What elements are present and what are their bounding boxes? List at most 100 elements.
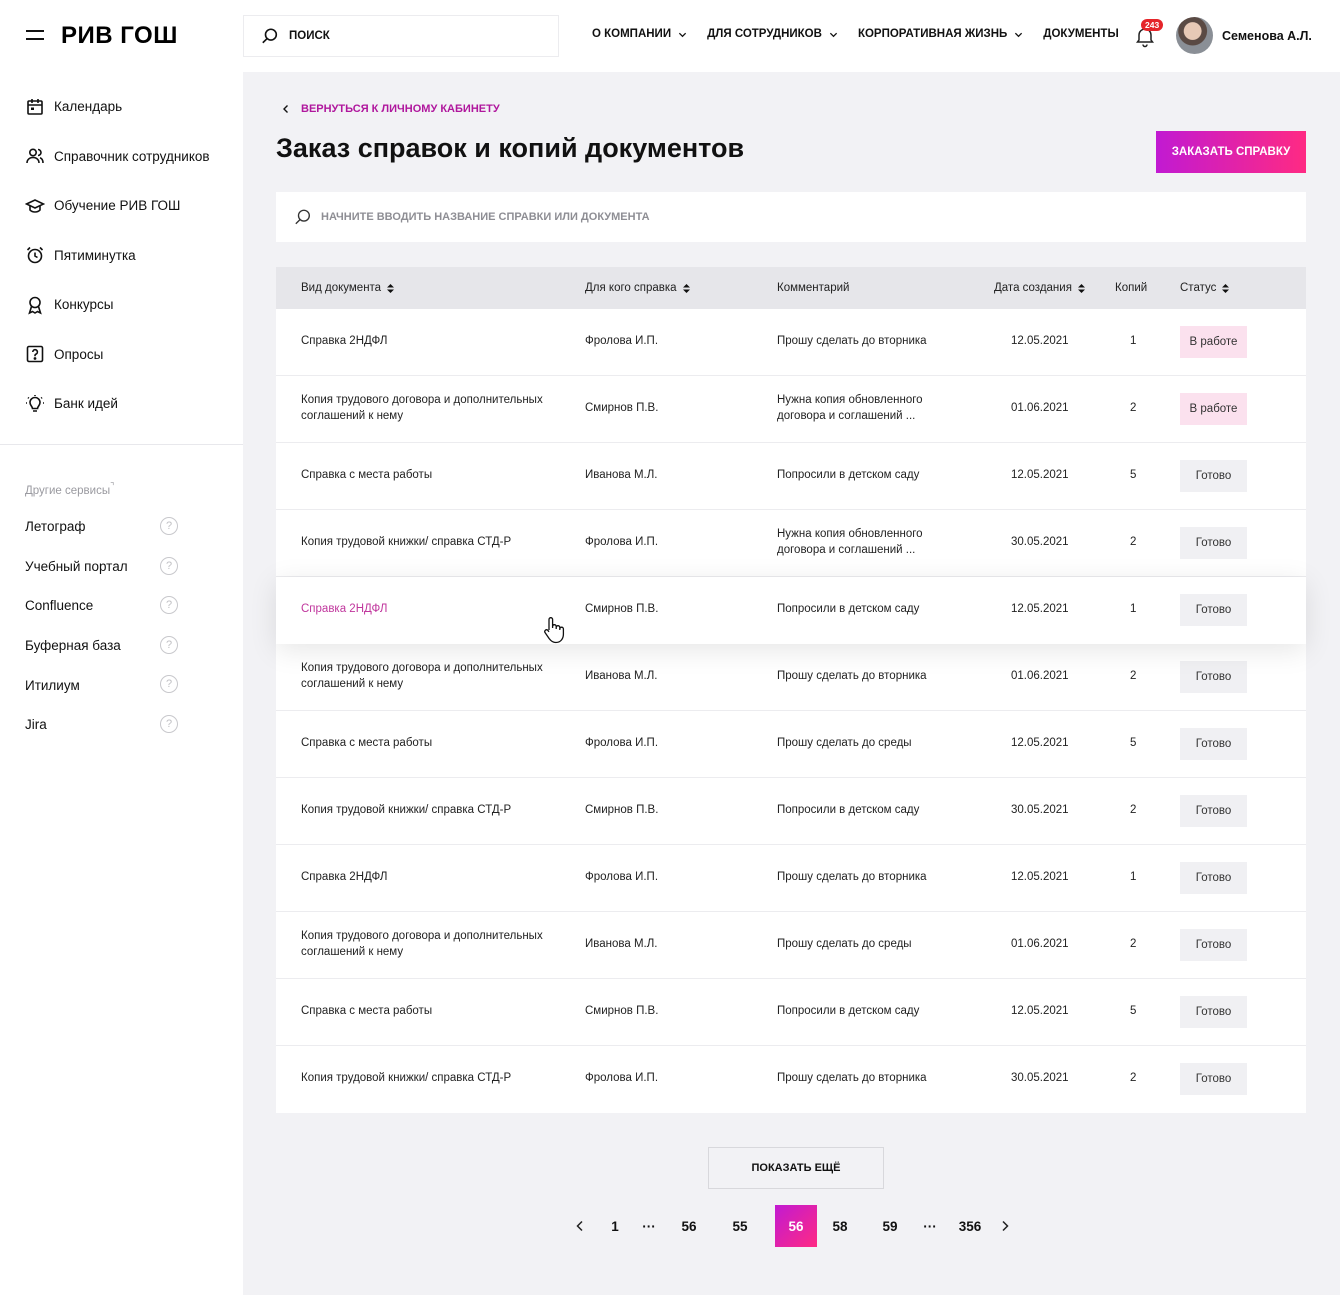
cell-document-type: Справка с места работы xyxy=(301,737,433,750)
prev-page-button[interactable] xyxy=(570,1205,590,1247)
column-header-for[interactable]: Для кого справка xyxy=(585,282,690,294)
table-row[interactable]: Копия трудового договора и дополнительны… xyxy=(276,644,1306,711)
avatar[interactable] xyxy=(1176,17,1213,54)
cell-date: 12.05.2021 xyxy=(1011,871,1069,884)
divider xyxy=(0,444,243,445)
cell-copies: 1 xyxy=(1130,871,1137,884)
cell-document-type: Справка 2НДФЛ xyxy=(301,871,388,884)
help-icon[interactable]: ? xyxy=(160,714,178,733)
cell-date: 12.05.2021 xyxy=(1011,603,1069,616)
page-button[interactable]: 59 xyxy=(878,1205,902,1247)
sidebar-item-five-minute[interactable]: Пятиминутка xyxy=(0,231,243,281)
top-nav-corporate-life[interactable]: КОРПОРАТИВНАЯ ЖИЗНЬ xyxy=(858,28,1023,40)
help-icon[interactable]: ? xyxy=(160,556,178,575)
service-item[interactable]: Учебный портал? xyxy=(0,547,243,587)
cell-recipient: Фролова И.П. xyxy=(585,737,659,750)
documents-table: Вид документа Для кого справка Комментар… xyxy=(276,267,1306,1113)
sort-icon xyxy=(1077,283,1085,293)
sort-icon xyxy=(1222,283,1230,293)
sidebar-item-contests[interactable]: Конкурсы xyxy=(0,280,243,330)
chevron-left-icon xyxy=(576,1220,583,1232)
status-badge: Готово xyxy=(1180,728,1247,760)
service-label: Летограф xyxy=(25,519,86,535)
chevron-left-icon xyxy=(283,105,288,113)
sidebar-item-ideas[interactable]: Банк идей xyxy=(0,379,243,429)
column-header-status[interactable]: Статус xyxy=(1180,282,1230,294)
sidebar-item-label: Календарь xyxy=(54,99,123,115)
username[interactable]: Семенова А.Л. xyxy=(1222,29,1312,43)
help-icon[interactable]: ? xyxy=(160,517,178,535)
external-link-icon: ⌝ xyxy=(110,481,115,491)
cell-copies: 2 xyxy=(1130,402,1137,415)
sidebar-item-calendar[interactable]: Календарь xyxy=(0,82,243,132)
cell-date: 30.05.2021 xyxy=(1011,804,1069,817)
status-badge: Готово xyxy=(1180,929,1247,961)
sort-icon xyxy=(682,283,690,293)
page-button-current[interactable]: 56 xyxy=(775,1205,817,1247)
service-label: Jira xyxy=(25,717,47,733)
cell-comment: Прошу сделать до среды xyxy=(777,938,912,951)
page-button[interactable]: 56 xyxy=(677,1205,701,1247)
service-item[interactable]: Итилиум? xyxy=(0,665,243,705)
table-row[interactable]: Копия трудовой книжки/ справка СТД-Р Смир… xyxy=(276,778,1306,845)
search-input[interactable]: ПОИСК xyxy=(243,15,559,57)
other-services-title: Другие сервисы⌝ xyxy=(25,481,115,497)
service-item[interactable]: Буферная база? xyxy=(0,626,243,666)
sidebar-item-polls[interactable]: Опросы xyxy=(0,330,243,380)
chevron-down-icon xyxy=(678,32,687,37)
cell-date: 12.05.2021 xyxy=(1011,1005,1069,1018)
menu-burger-icon[interactable] xyxy=(26,30,46,42)
people-icon xyxy=(26,148,44,164)
status-badge: В работе xyxy=(1180,393,1247,425)
top-nav-documents[interactable]: ДОКУМЕНТЫ xyxy=(1043,28,1118,40)
table-row[interactable]: Копия трудовой книжки/ справка СТД-Р Фрол… xyxy=(276,1046,1306,1113)
services-list: Летограф? Учебный портал? Confluence? Бу… xyxy=(0,507,243,745)
table-row[interactable]: Справка с места работы Смирнов П.В. Попрос… xyxy=(276,979,1306,1046)
table-row[interactable]: Справка с места работы Фролова И.П. Прошу … xyxy=(276,711,1306,778)
table-row[interactable]: Справка 2НДФЛ Смирнов П.В. Попросили в дет… xyxy=(276,577,1306,644)
service-item[interactable]: Confluence? xyxy=(0,586,243,626)
top-nav-employees[interactable]: ДЛЯ СОТРУДНИКОВ xyxy=(707,28,838,40)
sidebar-item-training[interactable]: Обучение РИВ ГОШ xyxy=(0,181,243,231)
next-page-button[interactable] xyxy=(995,1205,1015,1247)
service-label: Итилиум xyxy=(25,677,80,693)
help-icon[interactable]: ? xyxy=(160,596,178,615)
page-button[interactable]: 1 xyxy=(603,1205,627,1247)
table-row[interactable]: Копия трудового договора и дополнительны… xyxy=(276,912,1306,979)
page-button[interactable]: 356 xyxy=(955,1205,985,1247)
cell-copies: 1 xyxy=(1130,335,1137,348)
notification-badge: 243 xyxy=(1141,19,1164,31)
table-row[interactable]: Справка 2НДФЛ Фролова И.П. Прошу сделать д… xyxy=(276,845,1306,912)
help-icon[interactable]: ? xyxy=(160,635,178,654)
service-item[interactable]: Jira? xyxy=(0,705,243,745)
table-row[interactable]: Копия трудовой книжки/ справка СТД-Р Фрол… xyxy=(276,510,1306,577)
service-label: Confluence xyxy=(25,598,94,614)
table-row[interactable]: Копия трудового договора и дополнительны… xyxy=(276,376,1306,443)
sidebar-item-directory[interactable]: Справочник сотрудников xyxy=(0,132,243,182)
logo[interactable]: РИВ ГОШ xyxy=(61,22,178,50)
hand-cursor-icon xyxy=(544,617,565,644)
top-nav-company[interactable]: О КОМПАНИИ xyxy=(592,28,687,40)
search-icon xyxy=(295,209,310,225)
sidebar-item-label: Справочник сотрудников xyxy=(54,148,210,164)
table-row[interactable]: Справка 2НДФЛ Фролова И.П. Прошу сделать д… xyxy=(276,309,1306,376)
cell-copies: 5 xyxy=(1130,1005,1137,1018)
column-header-date[interactable]: Дата создания xyxy=(994,282,1085,294)
help-icon[interactable]: ? xyxy=(160,675,178,694)
cell-comment: Попросили в детском саду xyxy=(777,1005,920,1018)
document-search-input[interactable]: НАЧНИТЕ ВВОДИТЬ НАЗВАНИЕ СПРАВКИ ИЛИ ДОК… xyxy=(276,192,1306,242)
sidebar-item-label: Пятиминутка xyxy=(54,247,136,263)
cell-copies: 2 xyxy=(1130,804,1137,817)
page-button[interactable]: 55 xyxy=(728,1205,752,1247)
page-button[interactable]: 58 xyxy=(828,1205,852,1247)
service-item[interactable]: Летограф? xyxy=(0,507,243,547)
show-more-button[interactable]: ПОКАЗАТЬ ЕЩЁ xyxy=(708,1147,884,1189)
column-header-doc[interactable]: Вид документа xyxy=(301,282,395,294)
status-badge: Готово xyxy=(1180,661,1247,693)
order-certificate-button[interactable]: ЗАКАЗАТЬ СПРАВКУ xyxy=(1156,131,1306,173)
cell-comment: Попросили в детском саду xyxy=(777,804,920,817)
back-link[interactable]: ВЕРНУТЬСЯ К ЛИЧНОМУ КАБИНЕТУ xyxy=(281,103,500,115)
cell-comment: Прошу сделать до вторника xyxy=(777,670,927,683)
table-row[interactable]: Справка с места работы Иванова М.Л. Попрос… xyxy=(276,443,1306,510)
cell-date: 30.05.2021 xyxy=(1011,536,1069,549)
